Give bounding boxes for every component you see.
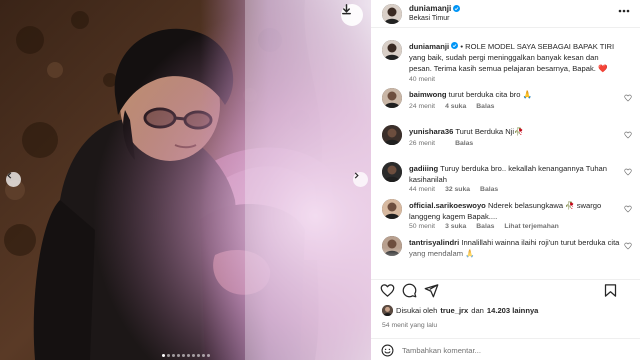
- post-photo: [0, 0, 371, 360]
- photo-scene: [0, 0, 371, 360]
- download-button[interactable]: [341, 4, 363, 26]
- comment-text: official.sarikoeswoyo Nderek belasungkaw…: [409, 200, 621, 222]
- carousel-next-button[interactable]: [353, 172, 368, 187]
- reply-button[interactable]: Balas: [480, 186, 498, 193]
- comment-input[interactable]: [402, 344, 622, 357]
- reply-button[interactable]: Balas: [476, 223, 494, 230]
- comments-list[interactable]: duniamanji • ROLE MODEL SAYA SEBAGAI BAP…: [371, 36, 640, 270]
- comment-time[interactable]: 50 menit: [409, 223, 435, 230]
- comment-text: yunishara36 Turut Berduka Nji🥀: [409, 126, 621, 137]
- avatar-image: [382, 88, 402, 108]
- carousel-dot: [181, 354, 185, 357]
- comment-body: Turuy berduka bro.. kekallah kenangannya…: [409, 164, 607, 184]
- comment-heart-icon[interactable]: [624, 94, 632, 102]
- post-actions: [371, 279, 640, 301]
- comment-icon[interactable]: [402, 283, 417, 298]
- avatar[interactable]: [382, 199, 402, 219]
- comment-likes[interactable]: 4 suka: [445, 103, 466, 110]
- carousel-dot: [201, 354, 205, 357]
- post-header: duniamanji Bekasi Timur: [371, 0, 640, 28]
- verified-badge-icon: [453, 5, 461, 12]
- likes-count[interactable]: 14.203 lainnya: [487, 306, 539, 315]
- comment-meta: 50 menit 3 suka Balas Lihat terjemahan: [409, 223, 559, 230]
- add-comment-bar: [371, 338, 640, 360]
- heart-icon[interactable]: [380, 283, 395, 298]
- comment-likes[interactable]: 32 suka: [445, 186, 470, 193]
- carousel-dot: [161, 354, 165, 357]
- more-horizontal-icon[interactable]: [618, 9, 630, 13]
- carousel-dot: [186, 354, 190, 357]
- comment-heart-icon[interactable]: [624, 131, 632, 139]
- carousel-dot: [171, 354, 175, 357]
- carousel-indicator: [0, 354, 371, 357]
- verified-badge-icon: [451, 42, 459, 49]
- avatar-image: [382, 125, 402, 145]
- emoji-icon[interactable]: [381, 344, 394, 357]
- reply-button[interactable]: Balas: [476, 103, 494, 110]
- comment-meta: 26 menit Balas: [409, 140, 483, 147]
- caption-meta: 40 menit: [409, 76, 435, 83]
- likes-middle: dan: [471, 306, 484, 315]
- avatar-image: [382, 40, 402, 60]
- bookmark-icon[interactable]: [603, 283, 618, 298]
- caption-author[interactable]: duniamanji: [409, 42, 449, 51]
- post-location[interactable]: Bekasi Timur: [409, 15, 449, 22]
- comment-time[interactable]: 44 menit: [409, 186, 435, 193]
- comments-fade: [371, 248, 640, 270]
- avatar-image: [382, 162, 402, 182]
- comment-body: turut berduka cita bro 🙏: [448, 90, 532, 99]
- download-icon: [342, 4, 351, 15]
- caption-time[interactable]: 40 menit: [409, 76, 435, 83]
- carousel-dot: [191, 354, 195, 357]
- avatar[interactable]: [382, 4, 402, 24]
- avatar-image: [382, 305, 393, 316]
- likes-user[interactable]: true_jrx: [440, 306, 468, 315]
- post-details-panel: duniamanji Bekasi Timur duniamanji • ROL…: [371, 0, 640, 360]
- comment-time[interactable]: 26 menit: [409, 140, 435, 147]
- carousel-dot: [176, 354, 180, 357]
- comment-author[interactable]: gadiiing: [409, 164, 438, 173]
- comment-heart-icon[interactable]: [624, 168, 632, 176]
- reply-button[interactable]: Balas: [455, 140, 473, 147]
- carousel-prev-button[interactable]: [6, 172, 21, 187]
- comment-text: gadiiing Turuy berduka bro.. kekallah ke…: [409, 163, 621, 185]
- post-author[interactable]: duniamanji: [409, 4, 461, 13]
- comment-meta: 24 menit 4 suka Balas: [409, 103, 504, 110]
- comment-author[interactable]: official.sarikoeswoyo: [409, 201, 486, 210]
- carousel-dot: [206, 354, 210, 357]
- comment-author[interactable]: yunishara36: [409, 127, 453, 136]
- send-icon[interactable]: [424, 283, 439, 298]
- likes-prefix: Disukai oleh: [396, 306, 438, 315]
- avatar[interactable]: [382, 88, 402, 108]
- comment-body: Turut Berduka Nji🥀: [455, 127, 524, 136]
- caption-text: duniamanji • ROLE MODEL SAYA SEBAGAI BAP…: [409, 41, 621, 74]
- carousel-dot: [166, 354, 170, 357]
- translate-button[interactable]: Lihat terjemahan: [504, 223, 558, 230]
- avatar[interactable]: [382, 162, 402, 182]
- likes-summary: Disukai oleh true_jrx dan 14.203 lainnya: [382, 305, 538, 316]
- avatar[interactable]: [382, 125, 402, 145]
- post-timestamp[interactable]: 54 menit yang lalu: [382, 322, 437, 329]
- comment-time[interactable]: 24 menit: [409, 103, 435, 110]
- comment-text: baimwong turut berduka cita bro 🙏: [409, 89, 621, 100]
- avatar[interactable]: [382, 305, 393, 316]
- chevron-right-icon: [354, 172, 359, 179]
- chevron-left-icon: [7, 172, 12, 179]
- avatar-image: [382, 199, 402, 219]
- comment-likes[interactable]: 3 suka: [445, 223, 466, 230]
- comment-meta: 44 menit 32 suka Balas: [409, 186, 508, 193]
- avatar[interactable]: [382, 40, 402, 60]
- avatar-image: [382, 4, 402, 24]
- carousel-dot: [196, 354, 200, 357]
- comment-heart-icon[interactable]: [624, 205, 632, 213]
- post-author-name[interactable]: duniamanji: [409, 4, 451, 13]
- comment-author[interactable]: baimwong: [409, 90, 447, 99]
- comment-author[interactable]: tantrisyalindri: [409, 238, 459, 247]
